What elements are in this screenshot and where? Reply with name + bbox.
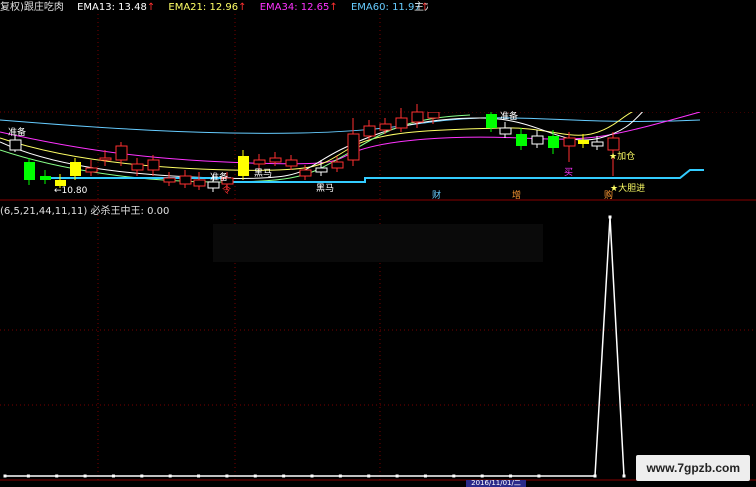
label-jiacang: ★加仓 [609,152,636,162]
candle-body [548,136,559,148]
candle-body [563,137,576,147]
indicator-point [537,474,541,478]
indicator-point [452,474,456,478]
indicator-point [608,215,612,219]
label-gou: 购 [604,191,614,201]
candle-body [486,114,497,128]
candle-body [99,157,112,161]
candle-body [591,141,604,147]
indicator-point [168,474,172,478]
candle-body [24,162,35,180]
candle-body [299,169,312,177]
indicator-point [197,474,201,478]
indicator-value: 0.00 [147,206,170,217]
label-zhunbei: 准备 [500,112,519,122]
candle-body [578,140,589,144]
indicator-point [423,474,427,478]
indicator-point [367,474,371,478]
indicator-point [395,474,399,478]
label-heima: 黑马 [316,184,335,194]
candle-body [531,135,544,145]
candle-body [395,117,408,129]
label-mai: 买 [564,168,574,178]
candle-body [269,157,282,163]
watermark: www.7gpzb.com [636,455,750,481]
candle-body [347,133,360,161]
indicator-point [26,474,30,478]
candle-body [331,161,344,169]
indicator-pane-header: (6,5,21,44,11,11) 必杀王中王: 0.00 [0,206,170,217]
candle-body [499,127,512,135]
candle-body [379,123,392,131]
stock-chart-window: 复权)跟庄吃肉 EMA13: 13.48↑ EMA21: 12.96↑ EMA3… [0,0,756,487]
candle-body [516,134,527,146]
candle-body [411,111,424,123]
candle-body [363,125,376,137]
mask-box-top [428,0,756,112]
candle-body [9,139,22,151]
indicator-point [282,474,286,478]
candle-body [40,176,51,180]
indicator-point [225,474,229,478]
candle-body [163,177,176,183]
candle-body [607,137,620,151]
candle-body [131,163,144,171]
indicator-point [83,474,87,478]
support-line [40,169,704,183]
indicator-point [111,474,115,478]
indicator-point [140,474,144,478]
indicator-point [55,474,59,478]
candle-body [315,167,328,173]
indicator-params: (6,5,21,44,11,11) [0,206,88,217]
candle-body [85,167,98,173]
label-zhunbei: 准备 [8,128,27,138]
label-heima: 黑马 [254,169,273,179]
label-low-price: ←10.80 [54,186,88,196]
indicator-point [509,474,513,478]
candle-body [238,156,249,176]
candle-body [253,159,266,165]
label-cai: 财 [432,191,442,201]
label-dadanjin: ★大胆进 [610,184,646,194]
candle-body [179,175,192,185]
indicator-name: 必杀王中王 [90,206,141,217]
candle-body [193,179,206,187]
indicator-point [253,474,257,478]
indicator-point [310,474,314,478]
label-zeng: 增 [512,191,522,201]
date-cursor-label: 2016/11/01/二 [466,480,526,487]
indicator-point [593,474,597,478]
indicator-point [338,474,342,478]
candle-body [115,145,128,161]
candle-body [147,159,160,171]
mask-box-mid [213,224,543,262]
indicator-point [3,474,7,478]
ema60-line [0,117,701,134]
candle-body [70,162,81,176]
label-zhunbei: 准备 [210,173,229,183]
label-ling: 令 [222,186,232,196]
candle-body [285,159,298,167]
indicator-point [480,474,484,478]
indicator-point [622,474,626,478]
candle-body [427,111,440,119]
